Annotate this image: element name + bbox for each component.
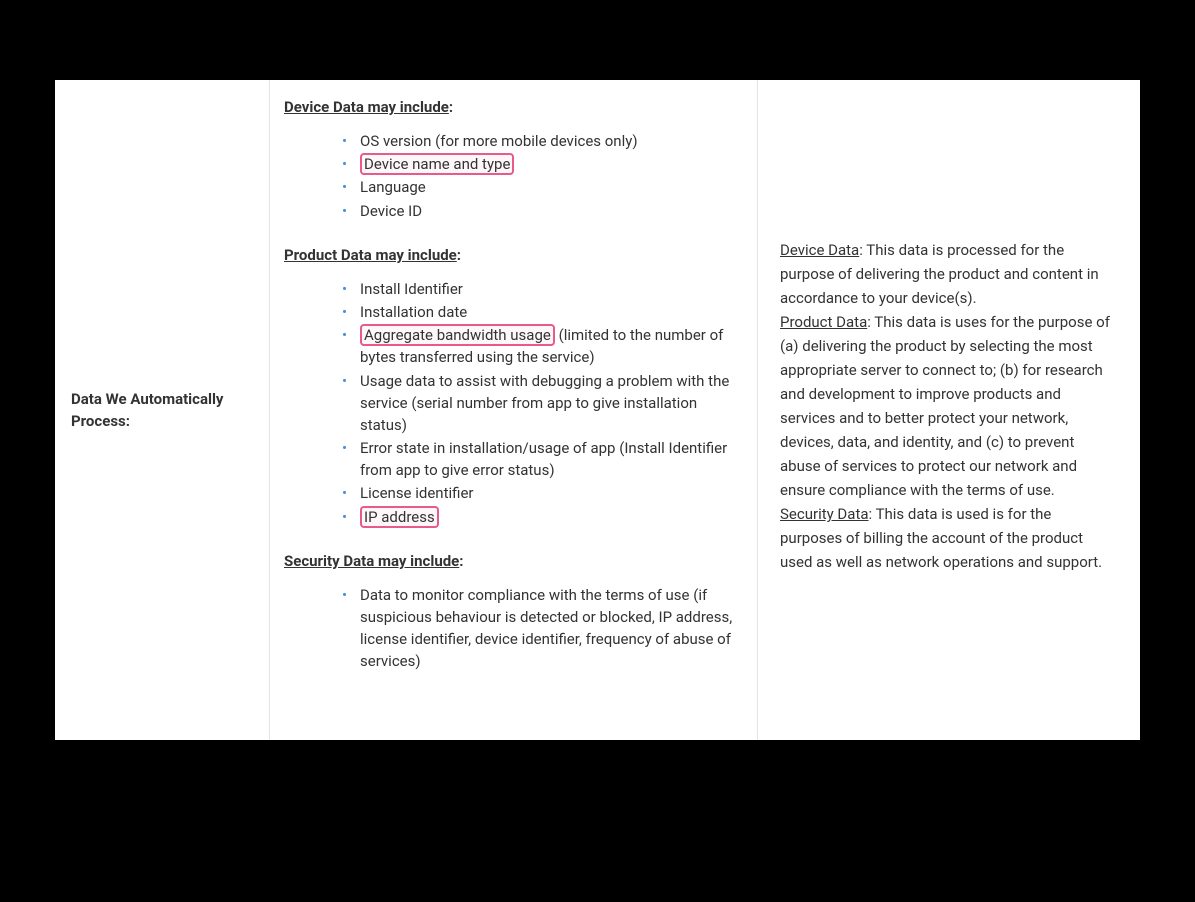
security-heading-text: Security Data may include	[284, 552, 459, 570]
highlight-ip-address: IP address	[360, 506, 439, 528]
security-data-label: Security Data	[780, 505, 869, 523]
row-heading: Data We Automatically Process:	[71, 388, 253, 433]
colon: :	[457, 246, 461, 264]
highlight-aggregate-bandwidth: Aggregate bandwidth usage	[360, 324, 555, 346]
list-item: Device ID	[346, 200, 735, 222]
product-data-label: Product Data	[780, 313, 867, 331]
device-data-list: OS version (for more mobile devices only…	[284, 130, 735, 222]
column-middle: Device Data may include: OS version (for…	[270, 80, 758, 740]
product-data-list: Install Identifier Installation date Agg…	[284, 278, 735, 528]
security-data-heading: Security Data may include:	[284, 552, 735, 570]
list-item: Usage data to assist with debugging a pr…	[346, 370, 735, 437]
list-item: Device name and type	[346, 153, 735, 175]
colon: :	[459, 552, 463, 570]
list-item: OS version (for more mobile devices only…	[346, 130, 735, 152]
list-item: Language	[346, 176, 735, 198]
highlight-device-name-type: Device name and type	[360, 153, 514, 175]
list-item: IP address	[346, 506, 735, 528]
document-page: Data We Automatically Process: Device Da…	[55, 80, 1140, 740]
product-data-body: : This data is uses for the purpose of (…	[780, 313, 1110, 499]
list-item: Installation date	[346, 301, 735, 323]
right-description-block: Device Data: This data is processed for …	[780, 238, 1116, 574]
product-data-heading: Product Data may include:	[284, 246, 735, 264]
column-right: Device Data: This data is processed for …	[758, 80, 1140, 740]
device-heading-text: Device Data may include	[284, 98, 449, 116]
list-item: Data to monitor compliance with the term…	[346, 584, 735, 673]
list-item: License identifier	[346, 482, 735, 504]
colon: :	[449, 98, 453, 116]
product-heading-text: Product Data may include	[284, 246, 457, 264]
list-item: Error state in installation/usage of app…	[346, 437, 735, 481]
device-data-label: Device Data	[780, 241, 859, 259]
security-data-list: Data to monitor compliance with the term…	[284, 584, 735, 673]
list-item: Install Identifier	[346, 278, 735, 300]
column-left: Data We Automatically Process:	[55, 80, 270, 740]
device-data-heading: Device Data may include:	[284, 98, 735, 116]
list-item: Aggregate bandwidth usage (limited to th…	[346, 324, 735, 368]
